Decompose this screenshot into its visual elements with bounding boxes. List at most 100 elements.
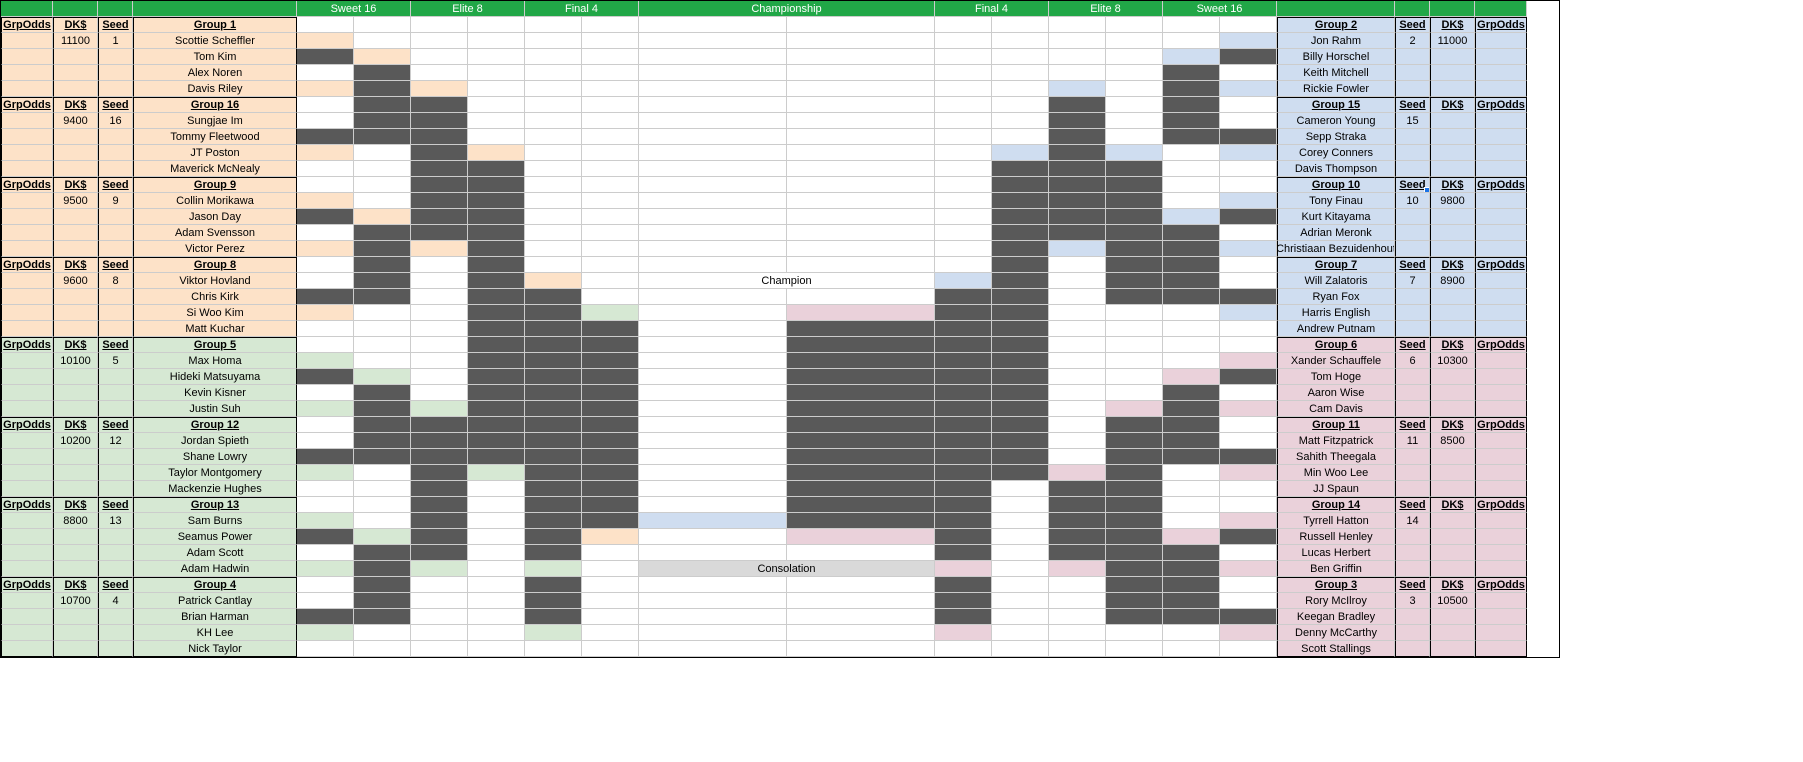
- bracket-cell[interactable]: [1049, 145, 1106, 161]
- bracket-cell[interactable]: [935, 305, 992, 321]
- bracket-cell[interactable]: [1049, 49, 1106, 65]
- bracket-cell[interactable]: [639, 65, 787, 81]
- bracket-cell[interactable]: [787, 97, 935, 113]
- bracket-cell[interactable]: [297, 113, 354, 129]
- bracket-cell[interactable]: [1163, 625, 1220, 641]
- player-name[interactable]: Corey Conners: [1277, 145, 1395, 161]
- bracket-cell[interactable]: [411, 497, 468, 513]
- player-name[interactable]: Tony Finau: [1277, 193, 1395, 209]
- grpodds-cell[interactable]: [1475, 369, 1527, 385]
- seed-header[interactable]: Seed: [1395, 177, 1430, 193]
- bracket-cell[interactable]: [787, 433, 935, 449]
- bracket-cell[interactable]: [787, 545, 935, 561]
- bracket-cell[interactable]: [525, 161, 582, 177]
- grpodds-cell[interactable]: [1475, 625, 1527, 641]
- bracket-cell[interactable]: [297, 161, 354, 177]
- bracket-cell[interactable]: [992, 449, 1049, 465]
- bracket-cell[interactable]: [787, 145, 935, 161]
- seed-value[interactable]: 14: [1395, 513, 1430, 529]
- bracket-cell[interactable]: [582, 321, 639, 337]
- seed-cell[interactable]: [98, 641, 133, 657]
- bracket-cell[interactable]: [297, 145, 354, 161]
- player-name[interactable]: Adam Svensson: [133, 225, 297, 241]
- player-name[interactable]: Lucas Herbert: [1277, 545, 1395, 561]
- dk-cell[interactable]: [53, 641, 98, 657]
- dk-header[interactable]: DK$: [1430, 257, 1475, 273]
- bracket-cell[interactable]: [468, 177, 525, 193]
- bracket-cell[interactable]: [1106, 545, 1163, 561]
- bracket-cell[interactable]: [1106, 305, 1163, 321]
- bracket-cell[interactable]: [297, 449, 354, 465]
- bracket-cell[interactable]: [787, 385, 935, 401]
- bracket-cell[interactable]: [787, 17, 935, 33]
- dk-cell[interactable]: [1430, 289, 1475, 305]
- bracket-cell[interactable]: [1163, 449, 1220, 465]
- dk-header[interactable]: DK$: [1430, 97, 1475, 113]
- dk-cell[interactable]: [1430, 369, 1475, 385]
- bracket-cell[interactable]: [354, 545, 411, 561]
- bracket-cell[interactable]: [1163, 129, 1220, 145]
- bracket-cell[interactable]: [935, 353, 992, 369]
- dk-cell[interactable]: [53, 369, 98, 385]
- seed-cell[interactable]: [98, 289, 133, 305]
- player-name[interactable]: Billy Horschel: [1277, 49, 1395, 65]
- bracket-cell[interactable]: [935, 513, 992, 529]
- bracket-cell[interactable]: [787, 529, 935, 545]
- seed-header[interactable]: Seed: [98, 577, 133, 593]
- bracket-cell[interactable]: [992, 337, 1049, 353]
- bracket-cell[interactable]: [787, 305, 935, 321]
- bracket-cell[interactable]: [297, 49, 354, 65]
- group-header[interactable]: Group 14: [1277, 497, 1395, 513]
- player-name[interactable]: Justin Suh: [133, 401, 297, 417]
- bracket-cell[interactable]: [1049, 449, 1106, 465]
- dk-value[interactable]: 10700: [53, 593, 98, 609]
- bracket-cell[interactable]: [582, 113, 639, 129]
- bracket-cell[interactable]: [411, 609, 468, 625]
- bracket-cell[interactable]: [582, 561, 639, 577]
- bracket-cell[interactable]: [411, 225, 468, 241]
- bracket-cell[interactable]: [935, 481, 992, 497]
- player-name[interactable]: Maverick McNealy: [133, 161, 297, 177]
- bracket-cell[interactable]: [525, 129, 582, 145]
- grpodds-cell[interactable]: [1, 49, 53, 65]
- player-name[interactable]: Tyrrell Hatton: [1277, 513, 1395, 529]
- player-name[interactable]: Jon Rahm: [1277, 33, 1395, 49]
- bracket-cell[interactable]: [1220, 145, 1277, 161]
- dk-cell[interactable]: [1430, 321, 1475, 337]
- grpodds-cell[interactable]: [1, 241, 53, 257]
- bracket-cell[interactable]: [1163, 369, 1220, 385]
- bracket-cell[interactable]: [787, 641, 935, 657]
- grpodds-cell[interactable]: [1475, 209, 1527, 225]
- seed-header[interactable]: Seed: [1395, 97, 1430, 113]
- player-name[interactable]: Adam Hadwin: [133, 561, 297, 577]
- bracket-cell[interactable]: [1163, 209, 1220, 225]
- bracket-cell[interactable]: [411, 561, 468, 577]
- player-name[interactable]: Seamus Power: [133, 529, 297, 545]
- grpodds-cell[interactable]: [1, 401, 53, 417]
- bracket-cell[interactable]: [639, 417, 787, 433]
- seed-cell[interactable]: [98, 305, 133, 321]
- bracket-cell[interactable]: [411, 369, 468, 385]
- grpodds-cell[interactable]: [1, 289, 53, 305]
- grpodds-cell[interactable]: [1, 609, 53, 625]
- bracket-cell[interactable]: [525, 305, 582, 321]
- bracket-cell[interactable]: [1220, 497, 1277, 513]
- player-name[interactable]: Shane Lowry: [133, 449, 297, 465]
- bracket-cell[interactable]: [525, 321, 582, 337]
- bracket-cell[interactable]: [935, 401, 992, 417]
- bracket-cell[interactable]: [525, 593, 582, 609]
- bracket-cell[interactable]: [992, 529, 1049, 545]
- bracket-cell[interactable]: [1106, 433, 1163, 449]
- bracket-cell[interactable]: [468, 561, 525, 577]
- bracket-cell[interactable]: [787, 465, 935, 481]
- player-name[interactable]: Ryan Fox: [1277, 289, 1395, 305]
- seed-cell[interactable]: [1395, 449, 1430, 465]
- bracket-cell[interactable]: [354, 225, 411, 241]
- bracket-cell[interactable]: [297, 433, 354, 449]
- dk-cell[interactable]: [1430, 561, 1475, 577]
- bracket-cell[interactable]: [1163, 481, 1220, 497]
- bracket-cell[interactable]: [582, 369, 639, 385]
- bracket-cell[interactable]: [468, 577, 525, 593]
- bracket-cell[interactable]: [1220, 513, 1277, 529]
- bracket-cell[interactable]: [297, 337, 354, 353]
